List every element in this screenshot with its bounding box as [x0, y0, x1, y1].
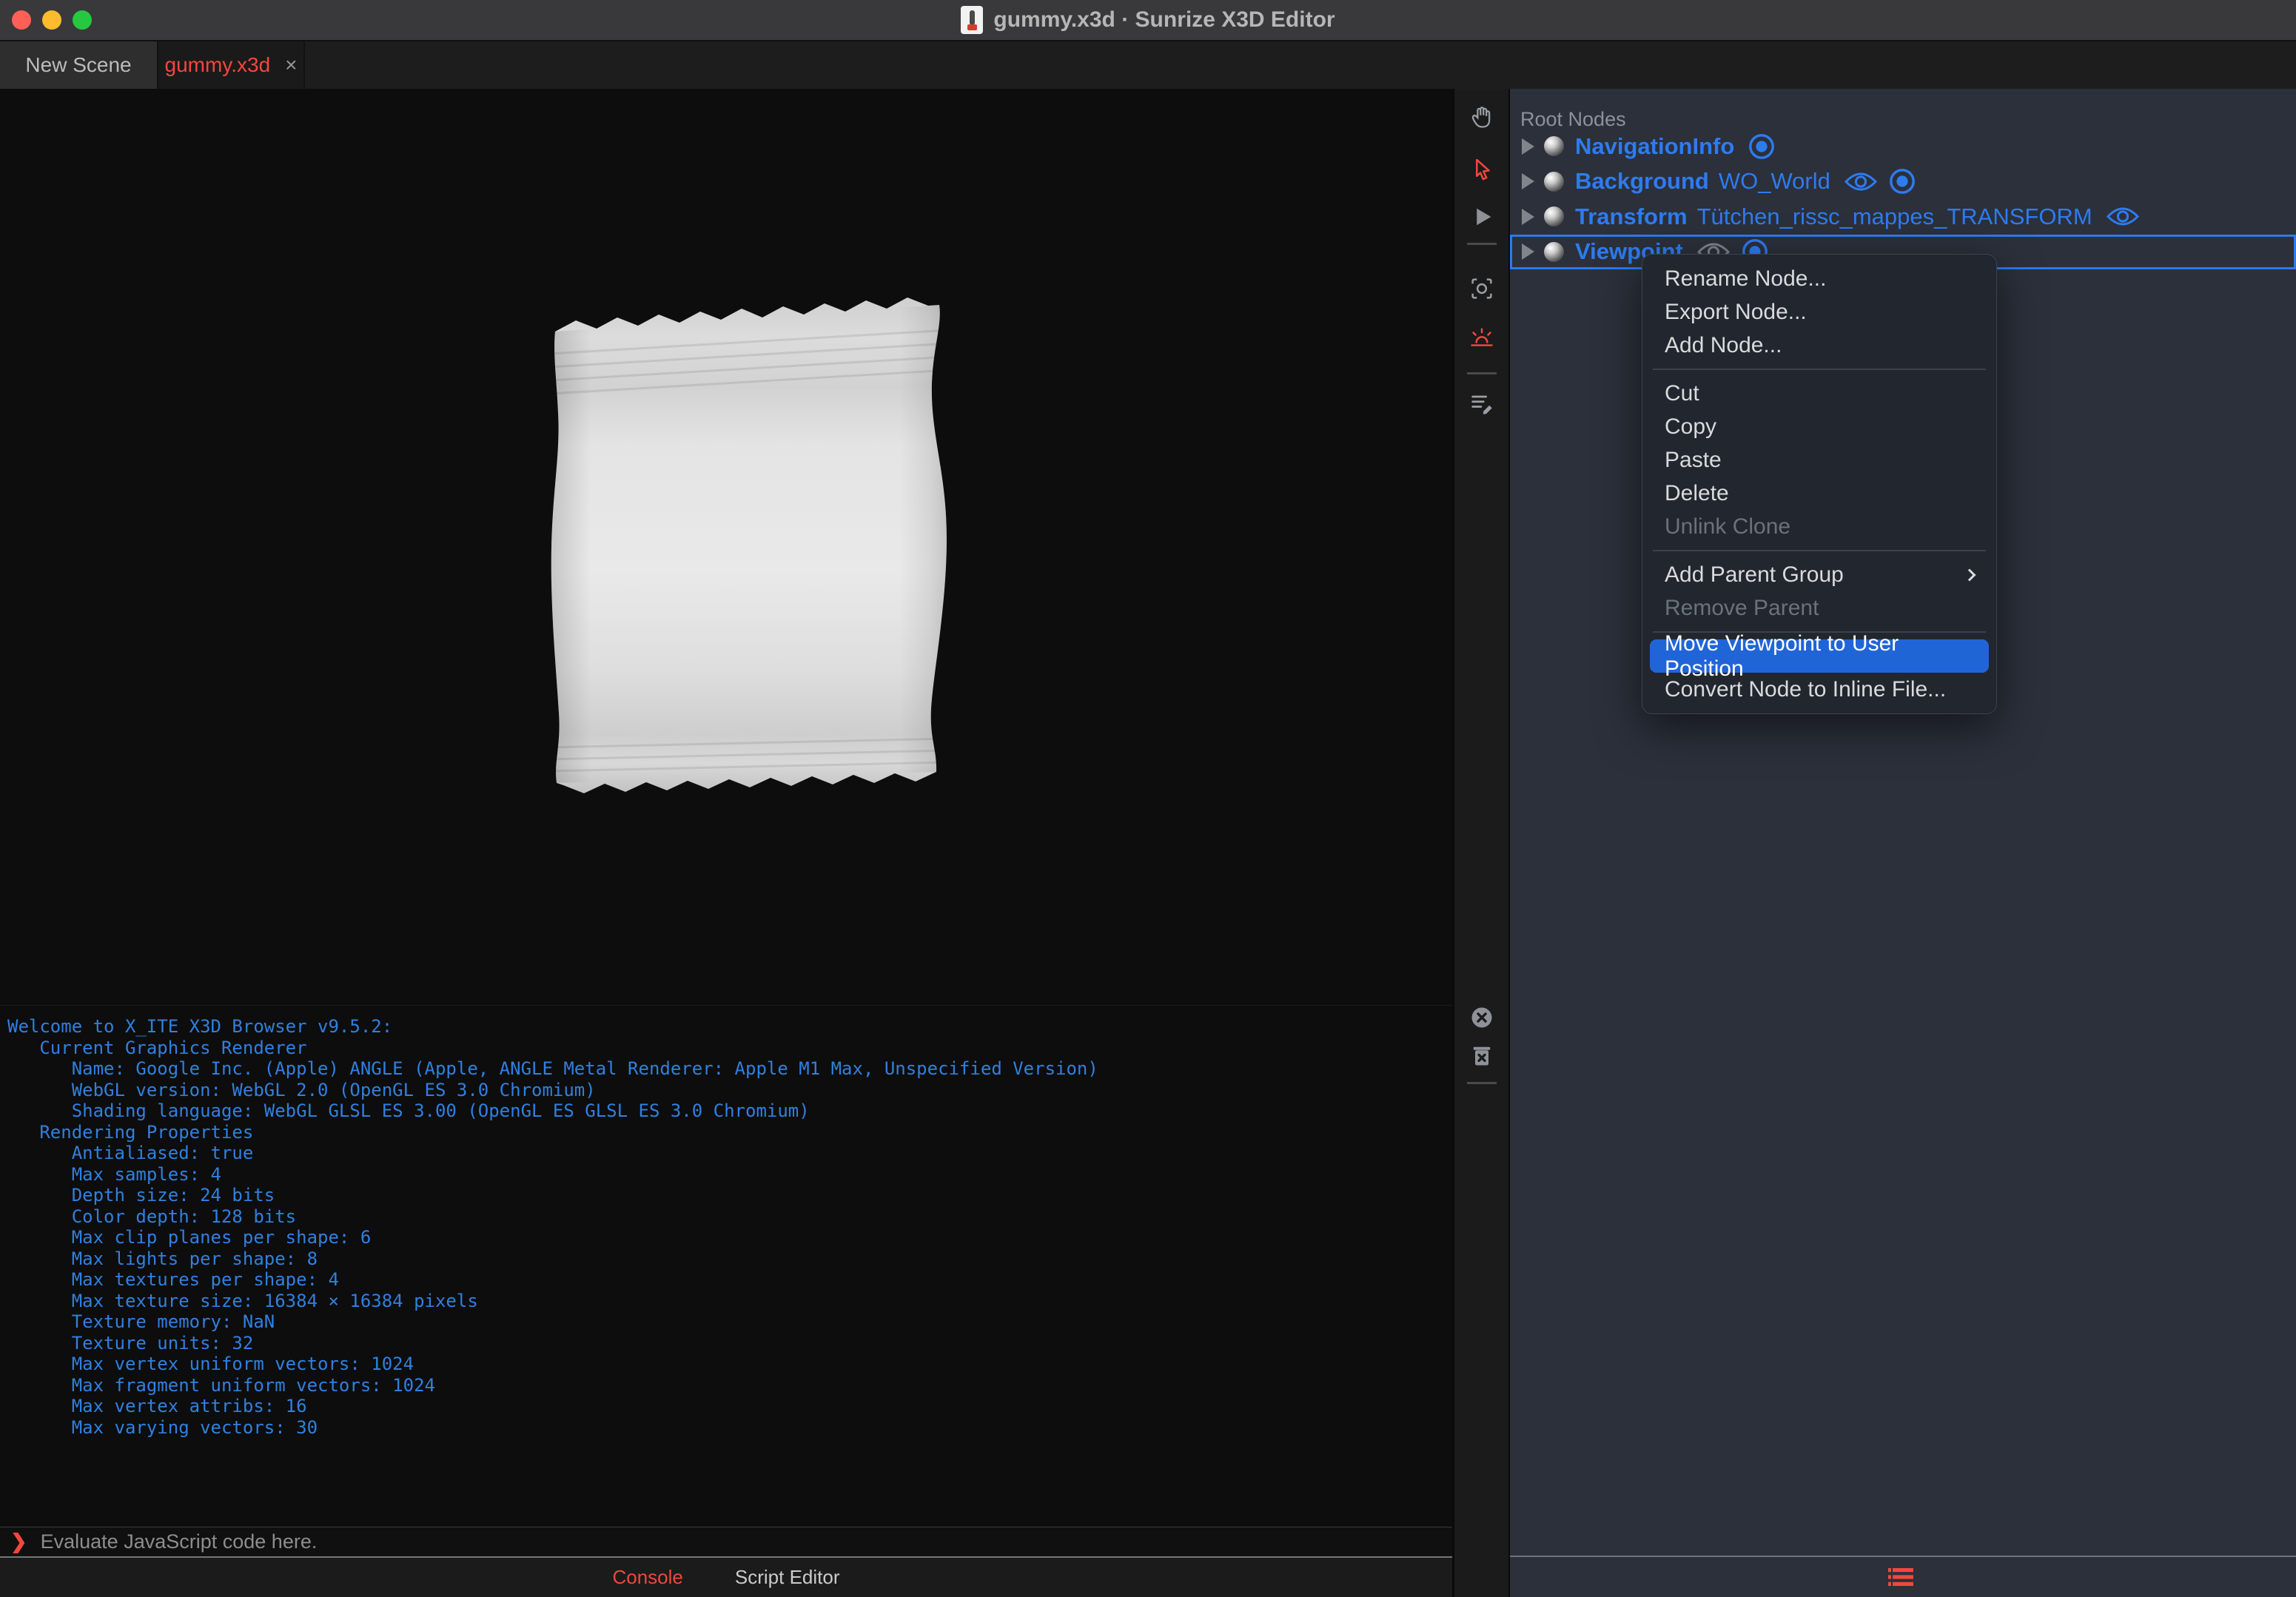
app-window: gummy.x3d · Sunrize X3D Editor New Scene… [0, 0, 2296, 1597]
minimize-button[interactable] [42, 10, 61, 30]
menu-item-label: Remove Parent [1665, 595, 1819, 620]
menu-item-label: Move Viewpoint to User Position [1665, 631, 1899, 681]
expand-triangle-icon[interactable] [1522, 208, 1534, 225]
menu-item-add-node[interactable]: Add Node... [1642, 329, 1996, 362]
console-input-row: ❯ [0, 1527, 1452, 1558]
tab-label: New Scene [25, 53, 132, 76]
viewport-3d-object [551, 297, 947, 793]
node-sphere-icon [1544, 171, 1564, 192]
menu-item-label: Cut [1665, 380, 1699, 406]
menu-item-convert-node-to-inline-file[interactable]: Convert Node to Inline File... [1642, 673, 1996, 706]
menu-separator [1653, 550, 1986, 551]
outline-list-icon[interactable] [1888, 1565, 1918, 1589]
rail-separator [1466, 1082, 1497, 1084]
menu-item-paste[interactable]: Paste [1642, 443, 1996, 477]
menu-item-label: Add Parent Group [1665, 562, 1844, 587]
expand-triangle-icon[interactable] [1522, 138, 1534, 155]
menu-item-label: Delete [1665, 480, 1729, 505]
expand-triangle-icon[interactable] [1522, 243, 1534, 260]
clear-console-trash-icon[interactable] [1468, 1042, 1495, 1069]
select-arrow-icon[interactable] [1468, 157, 1495, 184]
node-sphere-icon [1544, 136, 1564, 157]
node-sphere-icon [1544, 206, 1564, 227]
rail-separator [1466, 372, 1497, 374]
light-icon[interactable] [1468, 325, 1495, 352]
tab-script-editor[interactable]: Script Editor [735, 1566, 840, 1589]
menu-item-export-node[interactable]: Export Node... [1642, 295, 1996, 329]
menu-item-label: Rename Node... [1665, 266, 1827, 291]
node-name-label: Tütchen_rissc_mappes_TRANSFORM [1696, 203, 2092, 229]
tab-gummy-x3d[interactable]: gummy.x3d × [157, 41, 305, 89]
tab-new-scene[interactable]: New Scene [0, 41, 157, 89]
tree-node-background[interactable]: Background WO_World [1510, 164, 2296, 200]
close-console-icon[interactable] [1468, 1004, 1495, 1031]
viewport-3d[interactable] [0, 89, 1452, 1005]
bottom-tab-bar: Console Script Editor [0, 1558, 1452, 1597]
tab-console[interactable]: Console [612, 1566, 682, 1589]
menu-item-unlink-clone: Unlink Clone [1642, 510, 1996, 543]
zoom-button[interactable] [73, 10, 92, 30]
tab-bar: New Scene gummy.x3d × [0, 41, 2296, 89]
submenu-chevron-icon [1963, 568, 1976, 581]
node-type-label: Background [1575, 168, 1709, 195]
outline-header: Root Nodes [1520, 108, 1626, 130]
menu-item-copy[interactable]: Copy [1642, 410, 1996, 443]
menu-item-label: Copy [1665, 414, 1717, 439]
menu-item-remove-parent: Remove Parent [1642, 591, 1996, 625]
menu-item-label: Convert Node to Inline File... [1665, 676, 1947, 702]
outline-footer [1510, 1556, 2296, 1597]
document-icon [961, 6, 984, 34]
node-type-label: Transform [1575, 203, 1688, 229]
menu-item-rename-node[interactable]: Rename Node... [1642, 262, 1996, 295]
expand-triangle-icon[interactable] [1522, 173, 1534, 190]
close-button[interactable] [12, 10, 31, 30]
menu-item-label: Paste [1665, 447, 1722, 472]
console-prompt: ❯ [10, 1530, 27, 1553]
menu-item-label: Export Node... [1665, 299, 1807, 324]
node-sphere-icon [1544, 241, 1564, 262]
tree-node-navigationinfo[interactable]: NavigationInfo [1510, 129, 2296, 164]
console-log: Welcome to X_ITE X3D Browser v9.5.2: Cur… [7, 1016, 1098, 1438]
node-tree: NavigationInfo Background WO_World Trans… [1510, 129, 2296, 269]
node-type-label: NavigationInfo [1575, 132, 1735, 159]
menu-separator [1653, 369, 1986, 370]
tree-node-transform[interactable]: Transform Tütchen_rissc_mappes_TRANSFORM [1510, 199, 2296, 235]
tab-label: gummy.x3d [164, 53, 271, 76]
bound-node-icon[interactable] [1888, 167, 1916, 195]
visibility-eye-icon[interactable] [1844, 169, 1878, 194]
menu-item-cut[interactable]: Cut [1642, 377, 1996, 410]
menu-item-label: Add Node... [1665, 332, 1782, 357]
rail-separator [1466, 243, 1497, 245]
tab-close-icon[interactable]: × [285, 53, 297, 77]
script-edit-icon[interactable] [1468, 390, 1495, 417]
menu-item-delete[interactable]: Delete [1642, 477, 1996, 510]
window-title: gummy.x3d · Sunrize X3D Editor [993, 7, 1335, 32]
tool-rail [1452, 89, 1508, 1597]
traffic-lights [12, 10, 92, 30]
pan-hand-icon[interactable] [1468, 104, 1495, 130]
focus-camera-icon[interactable] [1468, 275, 1495, 302]
menu-item-add-parent-group[interactable]: Add Parent Group [1642, 558, 1996, 591]
console-output: Welcome to X_ITE X3D Browser v9.5.2: Cur… [0, 1005, 1452, 1527]
console-input[interactable] [40, 1530, 1452, 1553]
menu-item-label: Unlink Clone [1665, 514, 1791, 539]
node-name-label: WO_World [1718, 168, 1830, 195]
left-pane: Welcome to X_ITE X3D Browser v9.5.2: Cur… [0, 89, 1452, 1597]
bound-node-icon[interactable] [1748, 132, 1776, 161]
title-bar: gummy.x3d · Sunrize X3D Editor [0, 0, 2296, 41]
context-menu: Rename Node... Export Node... Add Node... C… [1642, 254, 1997, 714]
visibility-eye-icon[interactable] [2106, 204, 2140, 229]
menu-item-move-viewpoint-to-user-position[interactable]: Move Viewpoint to User Position [1650, 631, 1989, 681]
play-icon[interactable] [1468, 204, 1495, 230]
